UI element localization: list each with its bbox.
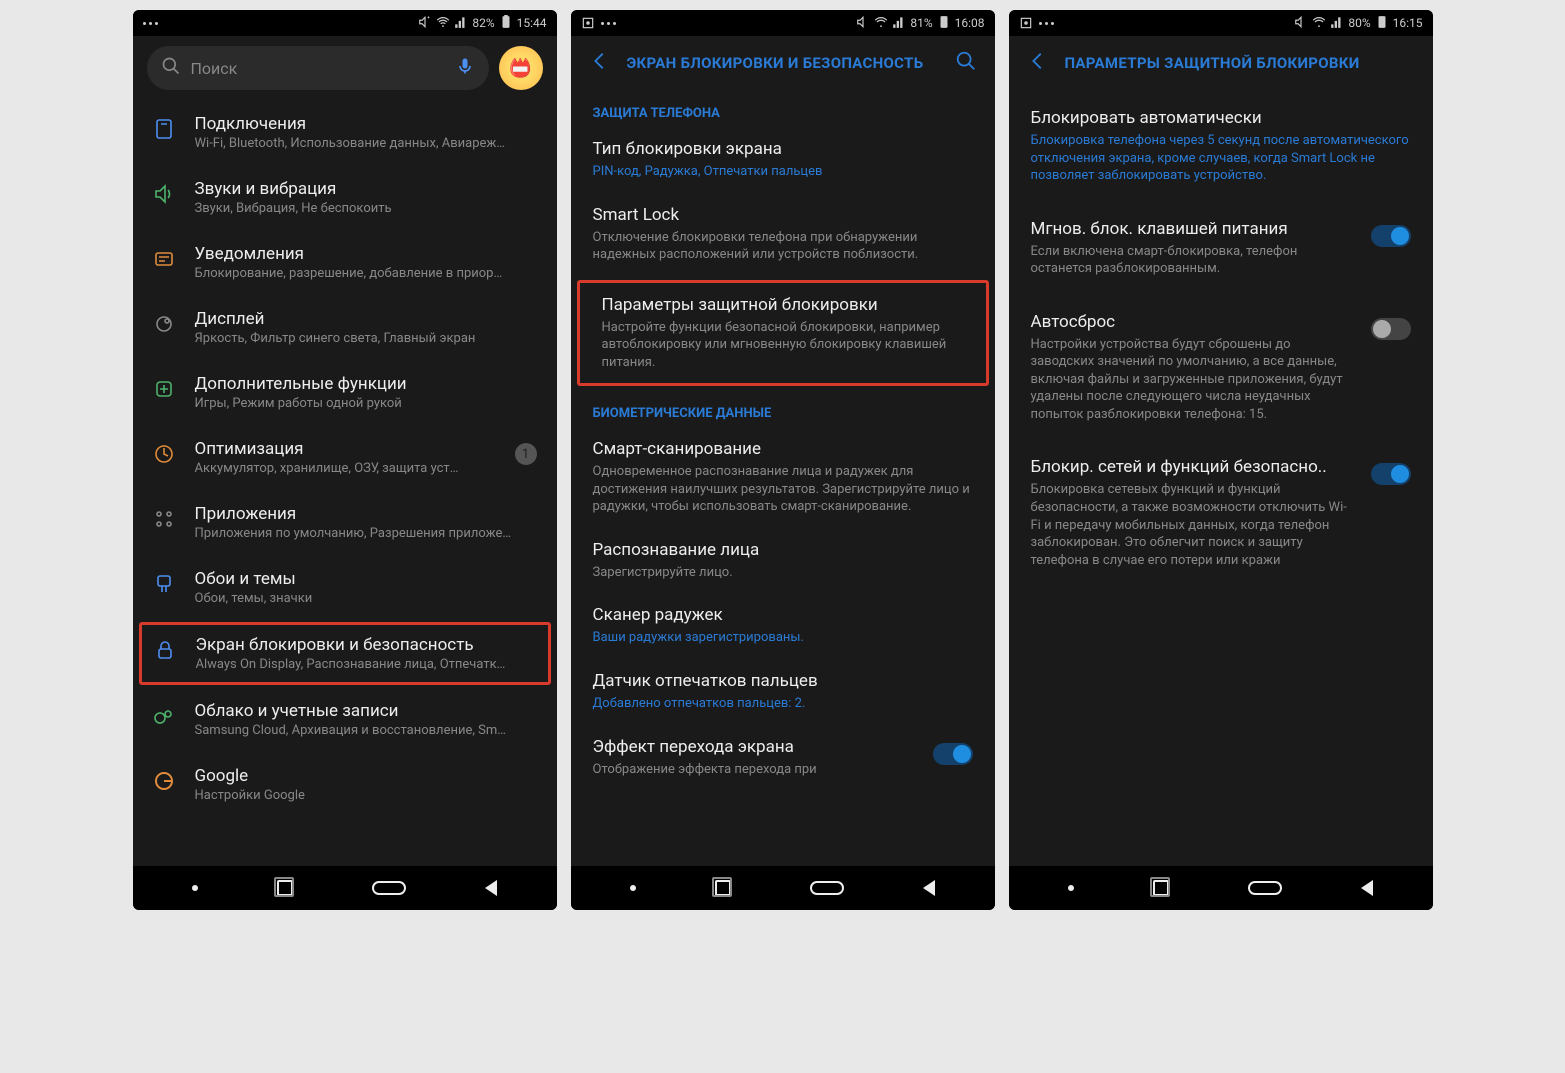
notifications-icon bbox=[151, 246, 177, 272]
connections-icon bbox=[151, 116, 177, 142]
display-icon bbox=[151, 311, 177, 337]
item-lock-type[interactable]: Тип блокировки экрана PIN-код, Радужка, … bbox=[571, 127, 995, 193]
item-smart-scan[interactable]: Смарт-сканирование Одновременное распозн… bbox=[571, 427, 995, 528]
power-key-toggle[interactable] bbox=[1371, 225, 1411, 247]
page-header: ЭКРАН БЛОКИРОВКИ И БЕЗОПАСНОСТЬ bbox=[571, 36, 995, 90]
header-title: ЭКРАН БЛОКИРОВКИ И БЕЗОПАСНОСТЬ bbox=[627, 54, 924, 72]
item-auto-lock[interactable]: Блокировать автоматически Блокировка тел… bbox=[1009, 90, 1433, 197]
item-auto-reset[interactable]: Автосброс Настройки устройства будут сбр… bbox=[1009, 290, 1433, 436]
item-wallpaper[interactable]: Обои и темыОбои, темы, значки bbox=[133, 555, 557, 620]
screen-lockscreen-security: 81% 16:08 ЭКРАН БЛОКИРОВКИ И БЕЗОПАСНОСТ… bbox=[571, 10, 995, 910]
nav-back[interactable] bbox=[485, 880, 497, 896]
signal-icon bbox=[1330, 15, 1344, 32]
apps-icon bbox=[151, 506, 177, 532]
nav-home[interactable] bbox=[372, 881, 406, 895]
item-fingerprint[interactable]: Датчик отпечатков пальцев Добавлено отпе… bbox=[571, 659, 995, 725]
battery-pct: 82% bbox=[472, 16, 494, 30]
status-bar: 80% 16:15 bbox=[1009, 10, 1433, 36]
section-phone-protection: ЗАЩИТА ТЕЛЕФОНА bbox=[571, 90, 995, 127]
nav-back[interactable] bbox=[1361, 880, 1373, 896]
screen-settings-main: 82% 15:44 Поиск 📛 ПодключенияWi-Fi, Blue… bbox=[133, 10, 557, 910]
item-google[interactable]: GoogleНастройки Google bbox=[133, 752, 557, 809]
content: Блокировать автоматически Блокировка тел… bbox=[1009, 90, 1433, 866]
profile-avatar[interactable]: 📛 bbox=[499, 46, 543, 90]
item-smart-lock[interactable]: Smart Lock Отключение блокировки телефон… bbox=[571, 193, 995, 276]
item-block-networks[interactable]: Блокир. сетей и функций безопасно.. Блок… bbox=[1009, 435, 1433, 581]
sounds-icon bbox=[151, 181, 177, 207]
item-cloud-accounts[interactable]: Облако и учетные записиSamsung Cloud, Ар… bbox=[133, 687, 557, 752]
google-icon bbox=[151, 768, 177, 794]
navigation-bar bbox=[133, 866, 557, 910]
item-iris-scanner[interactable]: Сканер радужек Ваши радужки зарегистриро… bbox=[571, 593, 995, 659]
header-search-button[interactable] bbox=[955, 50, 977, 76]
item-sounds[interactable]: Звуки и вибрацияЗвуки, Вибрация, Не бесп… bbox=[133, 165, 557, 230]
section-biometrics: БИОМЕТРИЧЕСКИЕ ДАННЫЕ bbox=[571, 390, 995, 427]
voice-icon[interactable] bbox=[455, 56, 475, 80]
back-button[interactable] bbox=[1027, 50, 1049, 76]
nav-dot bbox=[1068, 885, 1074, 891]
content: Поиск 📛 ПодключенияWi-Fi, Bluetooth, Исп… bbox=[133, 36, 557, 866]
optimization-icon bbox=[151, 441, 177, 467]
mute-icon bbox=[1294, 15, 1308, 32]
status-bar: 81% 16:08 bbox=[571, 10, 995, 36]
clock: 16:08 bbox=[955, 16, 985, 30]
battery-pct: 81% bbox=[910, 16, 932, 30]
nav-home[interactable] bbox=[810, 881, 844, 895]
wifi-icon bbox=[1312, 15, 1326, 32]
nav-recents[interactable] bbox=[277, 880, 293, 896]
search-input[interactable]: Поиск bbox=[147, 46, 489, 90]
screen-secure-lock-settings: 80% 16:15 ПАРАМЕТРЫ ЗАЩИТНОЙ БЛОКИРОВКИ … bbox=[1009, 10, 1433, 910]
signal-icon bbox=[892, 15, 906, 32]
battery-icon bbox=[1375, 15, 1389, 32]
navigation-bar bbox=[571, 866, 995, 910]
block-networks-toggle[interactable] bbox=[1371, 463, 1411, 485]
nav-back[interactable] bbox=[923, 880, 935, 896]
nav-recents[interactable] bbox=[1153, 880, 1169, 896]
item-apps[interactable]: ПриложенияПриложения по умолчанию, Разре… bbox=[133, 490, 557, 555]
item-connections[interactable]: ПодключенияWi-Fi, Bluetooth, Использован… bbox=[133, 100, 557, 165]
nav-dot bbox=[192, 885, 198, 891]
item-optimization[interactable]: ОптимизацияАккумулятор, хранилище, ОЗУ, … bbox=[133, 425, 557, 490]
battery-pct: 80% bbox=[1348, 16, 1370, 30]
signal-icon bbox=[454, 15, 468, 32]
clock: 16:15 bbox=[1393, 16, 1423, 30]
wallpaper-icon bbox=[151, 571, 177, 597]
wifi-icon bbox=[436, 15, 450, 32]
nav-recents[interactable] bbox=[715, 880, 731, 896]
mute-icon bbox=[856, 15, 870, 32]
battery-icon bbox=[937, 15, 951, 32]
item-display[interactable]: ДисплейЯркость, Фильтр синего света, Гла… bbox=[133, 295, 557, 360]
item-advanced[interactable]: Дополнительные функцииИгры, Режим работы… bbox=[133, 360, 557, 425]
item-secure-lock-settings[interactable]: Параметры защитной блокировки Настройте … bbox=[577, 280, 989, 387]
status-bar: 82% 15:44 bbox=[133, 10, 557, 36]
nav-home[interactable] bbox=[1248, 881, 1282, 895]
mute-icon bbox=[418, 15, 432, 32]
item-face-recognition[interactable]: Распознавание лица Зарегистрируйте лицо. bbox=[571, 528, 995, 594]
advanced-icon bbox=[151, 376, 177, 402]
item-lockscreen-security[interactable]: Экран блокировки и безопасностьAlways On… bbox=[139, 622, 551, 685]
optimization-badge: 1 bbox=[515, 443, 537, 465]
header-title: ПАРАМЕТРЫ ЗАЩИТНОЙ БЛОКИРОВКИ bbox=[1065, 54, 1360, 72]
battery-icon bbox=[499, 15, 513, 32]
lock-icon bbox=[152, 637, 178, 663]
page-header: ПАРАМЕТРЫ ЗАЩИТНОЙ БЛОКИРОВКИ bbox=[1009, 36, 1433, 90]
item-notifications[interactable]: УведомленияБлокирование, разрешение, доб… bbox=[133, 230, 557, 295]
nav-dot bbox=[630, 885, 636, 891]
auto-reset-toggle[interactable] bbox=[1371, 318, 1411, 340]
transition-toggle[interactable] bbox=[933, 743, 973, 765]
clock: 15:44 bbox=[517, 16, 547, 30]
item-transition-effect[interactable]: Эффект перехода экрана Отображение эффек… bbox=[571, 725, 995, 791]
search-placeholder: Поиск bbox=[191, 59, 238, 78]
item-power-key-lock[interactable]: Мгнов. блок. клавишей питания Если включ… bbox=[1009, 197, 1433, 290]
cloud-icon bbox=[151, 703, 177, 729]
screenshot-icon bbox=[581, 16, 595, 30]
wifi-icon bbox=[874, 15, 888, 32]
navigation-bar bbox=[1009, 866, 1433, 910]
search-icon bbox=[161, 56, 181, 80]
screenshot-icon bbox=[1019, 16, 1033, 30]
back-button[interactable] bbox=[589, 50, 611, 76]
content: ЗАЩИТА ТЕЛЕФОНА Тип блокировки экрана PI… bbox=[571, 90, 995, 866]
